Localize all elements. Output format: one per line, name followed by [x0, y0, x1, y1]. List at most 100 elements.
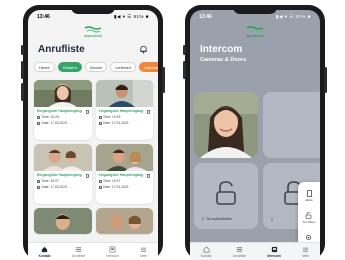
call-time: Time: 10:29	[41, 115, 59, 119]
delete-icon[interactable]	[147, 110, 150, 114]
call-card[interactable]: Eingangstür Haupteingang Time: 10:29 Dat…	[95, 80, 153, 140]
caller-photo	[95, 144, 153, 171]
gear-icon	[306, 234, 312, 241]
tab-label: Kontakt	[38, 254, 51, 258]
camera-feed-image	[194, 92, 258, 158]
call-date: Date: 17.03.2023	[41, 185, 67, 189]
page-title: Anrufliste	[38, 44, 85, 55]
unlock-label: Tür aufschließen	[205, 217, 233, 221]
brand-logo-icon	[246, 26, 264, 33]
bottom-tab-bar: Kontakt Anrufliste Intercom Mehr	[190, 242, 320, 260]
home-icon	[41, 246, 48, 253]
tab-label: Kontakt	[200, 254, 212, 258]
delete-icon[interactable]	[147, 174, 150, 178]
calendar-icon	[98, 121, 102, 125]
tab-label: Anrufliste	[71, 254, 86, 258]
camera-tile[interactable]	[263, 92, 320, 158]
call-date: Date: 17.03.2023	[103, 185, 129, 189]
brand-name: appcontrolo	[83, 34, 103, 38]
door-name: Eingangstür Haupteingang	[98, 173, 144, 177]
call-date: Date: 17.03.2023	[41, 121, 67, 125]
unlock-icon	[306, 212, 312, 219]
filter-chips: Heute Gestern Woche Lieferant Unbekannt	[34, 62, 158, 72]
call-time: Time: 10:07	[103, 179, 121, 183]
door-tile[interactable]: ▯ Tür aufschließen	[194, 163, 258, 229]
delete-icon[interactable]	[85, 174, 89, 178]
menu-icon	[303, 247, 309, 252]
caller-photo	[34, 80, 92, 107]
call-date: Date: 17.03.2023	[103, 121, 129, 125]
door-name: Eingangstür Haupteingang	[37, 173, 82, 177]
list-icon	[75, 247, 82, 252]
tab-label: Mehr	[302, 254, 310, 258]
clock-icon	[37, 115, 40, 119]
delete-icon[interactable]	[85, 110, 89, 114]
page-subtitle: Cameras & Doors	[200, 57, 247, 63]
camera-tile[interactable]	[194, 92, 258, 158]
tab-call-list[interactable]: Anrufliste	[72, 246, 85, 258]
tab-call-list[interactable]: Anrufliste	[233, 246, 246, 258]
door-icon: ▯	[202, 217, 204, 221]
phone-call-list: 13:46 ▮◀ ▾ ☰ 91% ■ appcontrolo Anruflist…	[21, 5, 165, 260]
menu-item-label: Tür öffnen	[302, 220, 316, 224]
brand-name: appcontrolo	[245, 34, 265, 38]
clock-icon	[37, 179, 40, 183]
menu-item-open-door[interactable]: Tür öffnen	[302, 212, 316, 224]
unlock-icon	[216, 181, 236, 205]
call-card[interactable]: Eingangstür Haupteingang Time: 10:07 Dat…	[95, 144, 153, 204]
caller-photo	[95, 80, 153, 107]
status-time: 13:46	[37, 14, 50, 20]
filter-chip-yesterday[interactable]: Gestern	[57, 62, 82, 72]
calendar-icon	[98, 185, 102, 189]
clock-icon	[98, 115, 102, 119]
tab-contact[interactable]: Kontakt	[200, 246, 212, 258]
tab-more[interactable]: Mehr	[302, 246, 309, 258]
intercom-screen: 13:46 ▮◀ ▾ ☰ 91% ■ appcontrolo Intercom …	[190, 10, 320, 260]
filter-chip-week[interactable]: Woche	[84, 62, 108, 72]
tab-label: Intercom	[267, 254, 281, 258]
tab-label: Anrufliste	[232, 254, 247, 258]
list-icon	[236, 247, 242, 252]
unlock-label-row: ▯ Tür aufschließen	[202, 217, 232, 221]
unlock-label-row: ▯	[271, 217, 273, 221]
intercom-icon	[109, 246, 116, 253]
door-icon	[306, 190, 312, 197]
door-icon: ▯	[271, 217, 273, 221]
menu-item-action[interactable]: Aktion	[305, 190, 313, 202]
tab-intercom[interactable]: Intercom	[106, 246, 119, 258]
filter-chip-unknown[interactable]: Unbekannt	[138, 62, 158, 72]
call-card[interactable]: Eingangstür Haupteingang Time: 10:07 Dat…	[34, 144, 92, 204]
calendar-icon	[37, 185, 40, 189]
call-time: Time: 10:07	[41, 179, 59, 183]
tab-more[interactable]: Mehr	[140, 246, 147, 258]
tab-contact[interactable]: Kontakt	[39, 246, 51, 258]
screenshot-stage: 13:46 ▮◀ ▾ ☰ 91% ■ appcontrolo Anruflist…	[0, 0, 345, 260]
status-time: 13:46	[199, 14, 212, 20]
bottom-tab-bar: Kontakt Anrufliste Intercom Mehr	[28, 242, 158, 260]
call-time: Time: 10:29	[103, 115, 121, 119]
door-name: Eingangstür Haupteingang	[98, 109, 144, 113]
menu-item-label: Aktion	[305, 198, 313, 202]
door-name: Eingangstür Haupteingang	[37, 109, 82, 113]
tab-label: Mehr	[140, 254, 148, 258]
brand-logo-icon	[84, 26, 102, 33]
filter-chip-today[interactable]: Heute	[34, 62, 55, 72]
call-card[interactable]	[95, 208, 153, 234]
filter-chip-supplier[interactable]: Lieferant	[110, 62, 136, 72]
home-icon	[203, 246, 210, 253]
tab-label: Intercom	[106, 254, 119, 258]
brand-logo: appcontrolo	[84, 26, 102, 38]
call-card[interactable]	[34, 208, 92, 234]
phone-intercom: 13:46 ▮◀ ▾ ☰ 91% ■ appcontrolo Intercom …	[183, 5, 327, 260]
status-icons: ▮◀ ▾ ☰ 91% ■	[114, 14, 149, 19]
call-list-screen: 13:46 ▮◀ ▾ ☰ 91% ■ appcontrolo Anruflist…	[28, 10, 158, 260]
tab-intercom[interactable]: Intercom	[267, 246, 281, 258]
brand-logo: appcontrolo	[246, 26, 264, 38]
call-card[interactable]: Eingangstür Haupteingang Time: 10:29 Dat…	[34, 80, 92, 140]
notification-bell-icon[interactable]	[139, 45, 148, 54]
calendar-icon	[37, 121, 40, 125]
intercom-icon	[271, 246, 277, 253]
status-icons: ▮◀ ▾ ☰ 91% ■	[276, 14, 311, 19]
clock-icon	[98, 179, 102, 183]
caller-photo	[34, 144, 92, 171]
